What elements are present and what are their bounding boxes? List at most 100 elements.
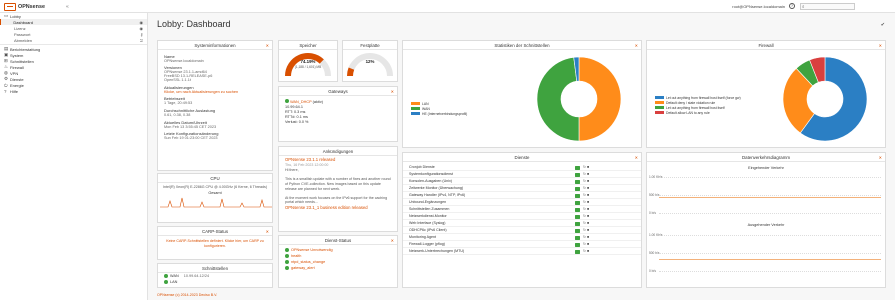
widget-title-text: CARP-Status bbox=[201, 229, 229, 234]
sysinfo-value[interactable]: Klicke, um nach Aktualisierungen zu such… bbox=[164, 90, 266, 94]
service-description: Konsolen-Ausgaben (Unix) bbox=[409, 179, 452, 183]
service-name[interactable]: OPNsense Unnotwendig bbox=[291, 248, 333, 252]
user-menu[interactable]: root@OPNsense.localdomain bbox=[732, 4, 785, 9]
running-status-icon bbox=[575, 207, 580, 212]
close-icon[interactable]: ✕ bbox=[266, 41, 269, 50]
firewall-legend: Let out anything from firewall host itse… bbox=[655, 95, 741, 115]
running-status-icon bbox=[575, 193, 580, 198]
restart-stop-icon[interactable]: ↻ ■ bbox=[583, 186, 589, 190]
memory-gauge: 74.19% (1,188 / 1,601) MB bbox=[279, 50, 337, 78]
status-ok-icon bbox=[285, 248, 289, 252]
service-description: Zeitwerke Monitor (Überwachung) bbox=[409, 186, 464, 190]
running-status-icon bbox=[575, 200, 580, 205]
legend-swatch bbox=[411, 102, 420, 105]
memory-widget: Speicher 74.19% (1,188 / 1,601) MB bbox=[278, 40, 338, 82]
gateway-name[interactable]: WAN_DHCP bbox=[290, 100, 312, 104]
grid-line bbox=[659, 213, 881, 214]
restart-stop-icon[interactable]: ↻ ■ bbox=[583, 207, 589, 211]
logo[interactable]: OPNsense bbox=[4, 2, 45, 11]
sysinfo-value: OPNsense.localdomain bbox=[164, 58, 204, 63]
sidebar: ▭ Lobby Dashboard ◉ Lizenz ◉ Passwort ⚷ Abmelden… bbox=[0, 13, 148, 300]
memory-value: 74.19% bbox=[300, 59, 316, 64]
restart-stop-icon[interactable]: ↻ ■ bbox=[583, 165, 589, 169]
carp-status-widget: CARP-Status ✕ Keine CARP-Schnittstellen d… bbox=[157, 226, 273, 260]
restart-stop-icon[interactable]: ↻ ■ bbox=[583, 242, 589, 246]
help-icon[interactable]: ? bbox=[789, 3, 795, 9]
legend-item[interactable]: HE (Internetverbindungsprofil) bbox=[411, 111, 467, 116]
sidebar-item-label: Berichterstattung bbox=[10, 46, 41, 52]
service-description: Monitoring Agent bbox=[409, 235, 436, 239]
gateway-info: WAN_DHCP (aktiv) 10.99.64.1 RTT: 0.3 ms … bbox=[279, 96, 397, 128]
service-name[interactable]: health bbox=[291, 254, 301, 258]
restart-stop-icon[interactable]: ↻ ■ bbox=[583, 193, 589, 197]
main-content: Lobby: Dashboard ✔ Systeminformationen ✕ … bbox=[149, 13, 895, 300]
page-title: Lobby: Dashboard bbox=[157, 19, 231, 29]
sidebar-item-action-icon[interactable]: ◉ bbox=[140, 20, 144, 25]
service-status-row[interactable]: gateway_alert bbox=[279, 265, 397, 271]
interfaces-widget: Schnittstellen WAN 10.99.64.12/24 LAN bbox=[157, 263, 273, 288]
widget-title-text: Gateways bbox=[328, 89, 348, 94]
sidebar-item-action-icon[interactable]: ◉ bbox=[140, 26, 144, 31]
widget-title-text: Firewall bbox=[758, 43, 774, 48]
running-status-icon bbox=[575, 172, 580, 177]
gateways-widget: Gateways ✕ WAN_DHCP (aktiv) 10.99.64.1 RT… bbox=[278, 86, 398, 142]
announcement-date: Thu, 16 Feb 2023 12:00:00 bbox=[285, 162, 329, 167]
restart-stop-icon[interactable]: ↻ ■ bbox=[583, 249, 589, 253]
service-name[interactable]: gateway_alert bbox=[291, 266, 315, 270]
collapse-sidebar-button[interactable]: « bbox=[66, 4, 69, 10]
interface-ip: 10.99.64.12/24 bbox=[183, 274, 210, 278]
close-icon[interactable]: ✕ bbox=[879, 41, 882, 50]
close-icon[interactable]: ✕ bbox=[635, 41, 638, 50]
service-row: Gateway Handler (IPv4, NTP, IPv6) ↻ ■ bbox=[403, 192, 641, 199]
restart-stop-icon[interactable]: ↻ ■ bbox=[583, 235, 589, 239]
tick-label: 500 b/s bbox=[649, 193, 660, 197]
traffic-out-graph: 1.00 Kb/s 500 b/s 0 b/s bbox=[647, 231, 885, 275]
announcement-body: Hi there, This is a smallish update with… bbox=[285, 168, 391, 205]
restart-stop-icon[interactable]: ↻ ■ bbox=[583, 179, 589, 183]
search-input[interactable]: ⌕ bbox=[800, 3, 855, 10]
running-status-icon bbox=[575, 249, 580, 254]
close-icon[interactable]: ✕ bbox=[879, 153, 882, 162]
sidebar-item-abmelden[interactable]: Abmelden ⎋ bbox=[0, 37, 147, 43]
memory-sub: (1,188 / 1,601) MB bbox=[294, 65, 322, 69]
donut-slice[interactable] bbox=[536, 56, 580, 142]
footer-copyright[interactable]: OPNsense (c) 2014-2023 Deciso B.V. bbox=[157, 293, 217, 297]
legend-swatch bbox=[655, 101, 664, 104]
widget-title: Statistiken der Schnittstellen ✕ bbox=[403, 41, 641, 50]
announcement-headline-2[interactable]: OPNsense 23.1_1 business edition release… bbox=[285, 205, 391, 211]
status-ok-icon bbox=[285, 260, 289, 264]
restart-stop-icon[interactable]: ↻ ■ bbox=[583, 228, 589, 232]
restart-stop-icon[interactable]: ↻ ■ bbox=[583, 214, 589, 218]
status-ok-icon bbox=[285, 254, 289, 258]
close-icon[interactable]: ✕ bbox=[266, 227, 269, 236]
save-dashboard-icon[interactable]: ✔ bbox=[881, 22, 885, 28]
running-status-icon bbox=[575, 235, 580, 240]
carp-message[interactable]: Keine CARP-Schnittstellen definiert. Kli… bbox=[158, 236, 272, 251]
sidebar-item-hilfe[interactable]: ? Hilfe bbox=[0, 88, 147, 94]
service-row: Schnittstellen Zusammen ↻ ■ bbox=[403, 206, 641, 213]
top-bar: OPNsense « root@OPNsense.localdomain ? ⌕ bbox=[0, 0, 895, 13]
service-row: Netzwerk-Unterbrechungen (MTU) ↻ ■ bbox=[403, 248, 641, 255]
close-icon[interactable]: ✕ bbox=[391, 236, 394, 245]
donut-slice[interactable] bbox=[578, 56, 622, 142]
widget-title-text: Schnittstellen bbox=[201, 266, 229, 271]
disk-value: 12% bbox=[365, 59, 375, 64]
firewall-donut-chart bbox=[782, 56, 868, 142]
sidebar-item-action-icon[interactable]: ⎋ bbox=[140, 38, 143, 43]
interface-row[interactable]: LAN bbox=[158, 279, 272, 285]
restart-stop-icon[interactable]: ↻ ■ bbox=[583, 172, 589, 176]
restart-stop-icon[interactable]: ↻ ■ bbox=[583, 221, 589, 225]
close-icon[interactable]: ✕ bbox=[391, 87, 394, 96]
service-name[interactable]: ntpd_status_change bbox=[291, 260, 325, 264]
legend-item[interactable]: Let out anything from firewall host itse… bbox=[655, 95, 741, 100]
sidebar-item-action-icon[interactable]: ⚷ bbox=[140, 32, 143, 37]
widget-title-text: Statistiken der Schnittstellen bbox=[494, 43, 550, 48]
restart-stop-icon[interactable]: ↻ ■ bbox=[583, 200, 589, 204]
sidebar-item-label: Dienste bbox=[10, 76, 24, 82]
legend-item[interactable]: Default allow LAN to any rule bbox=[655, 110, 741, 115]
sidebar-item-label: Schnittstellen bbox=[10, 58, 34, 64]
widget-title-text: Datenverkehrsdiagramm bbox=[741, 155, 791, 160]
close-icon[interactable]: ✕ bbox=[635, 153, 638, 162]
interface-name: LAN bbox=[170, 280, 178, 284]
legend-label: Default allow LAN to any rule bbox=[666, 110, 710, 115]
